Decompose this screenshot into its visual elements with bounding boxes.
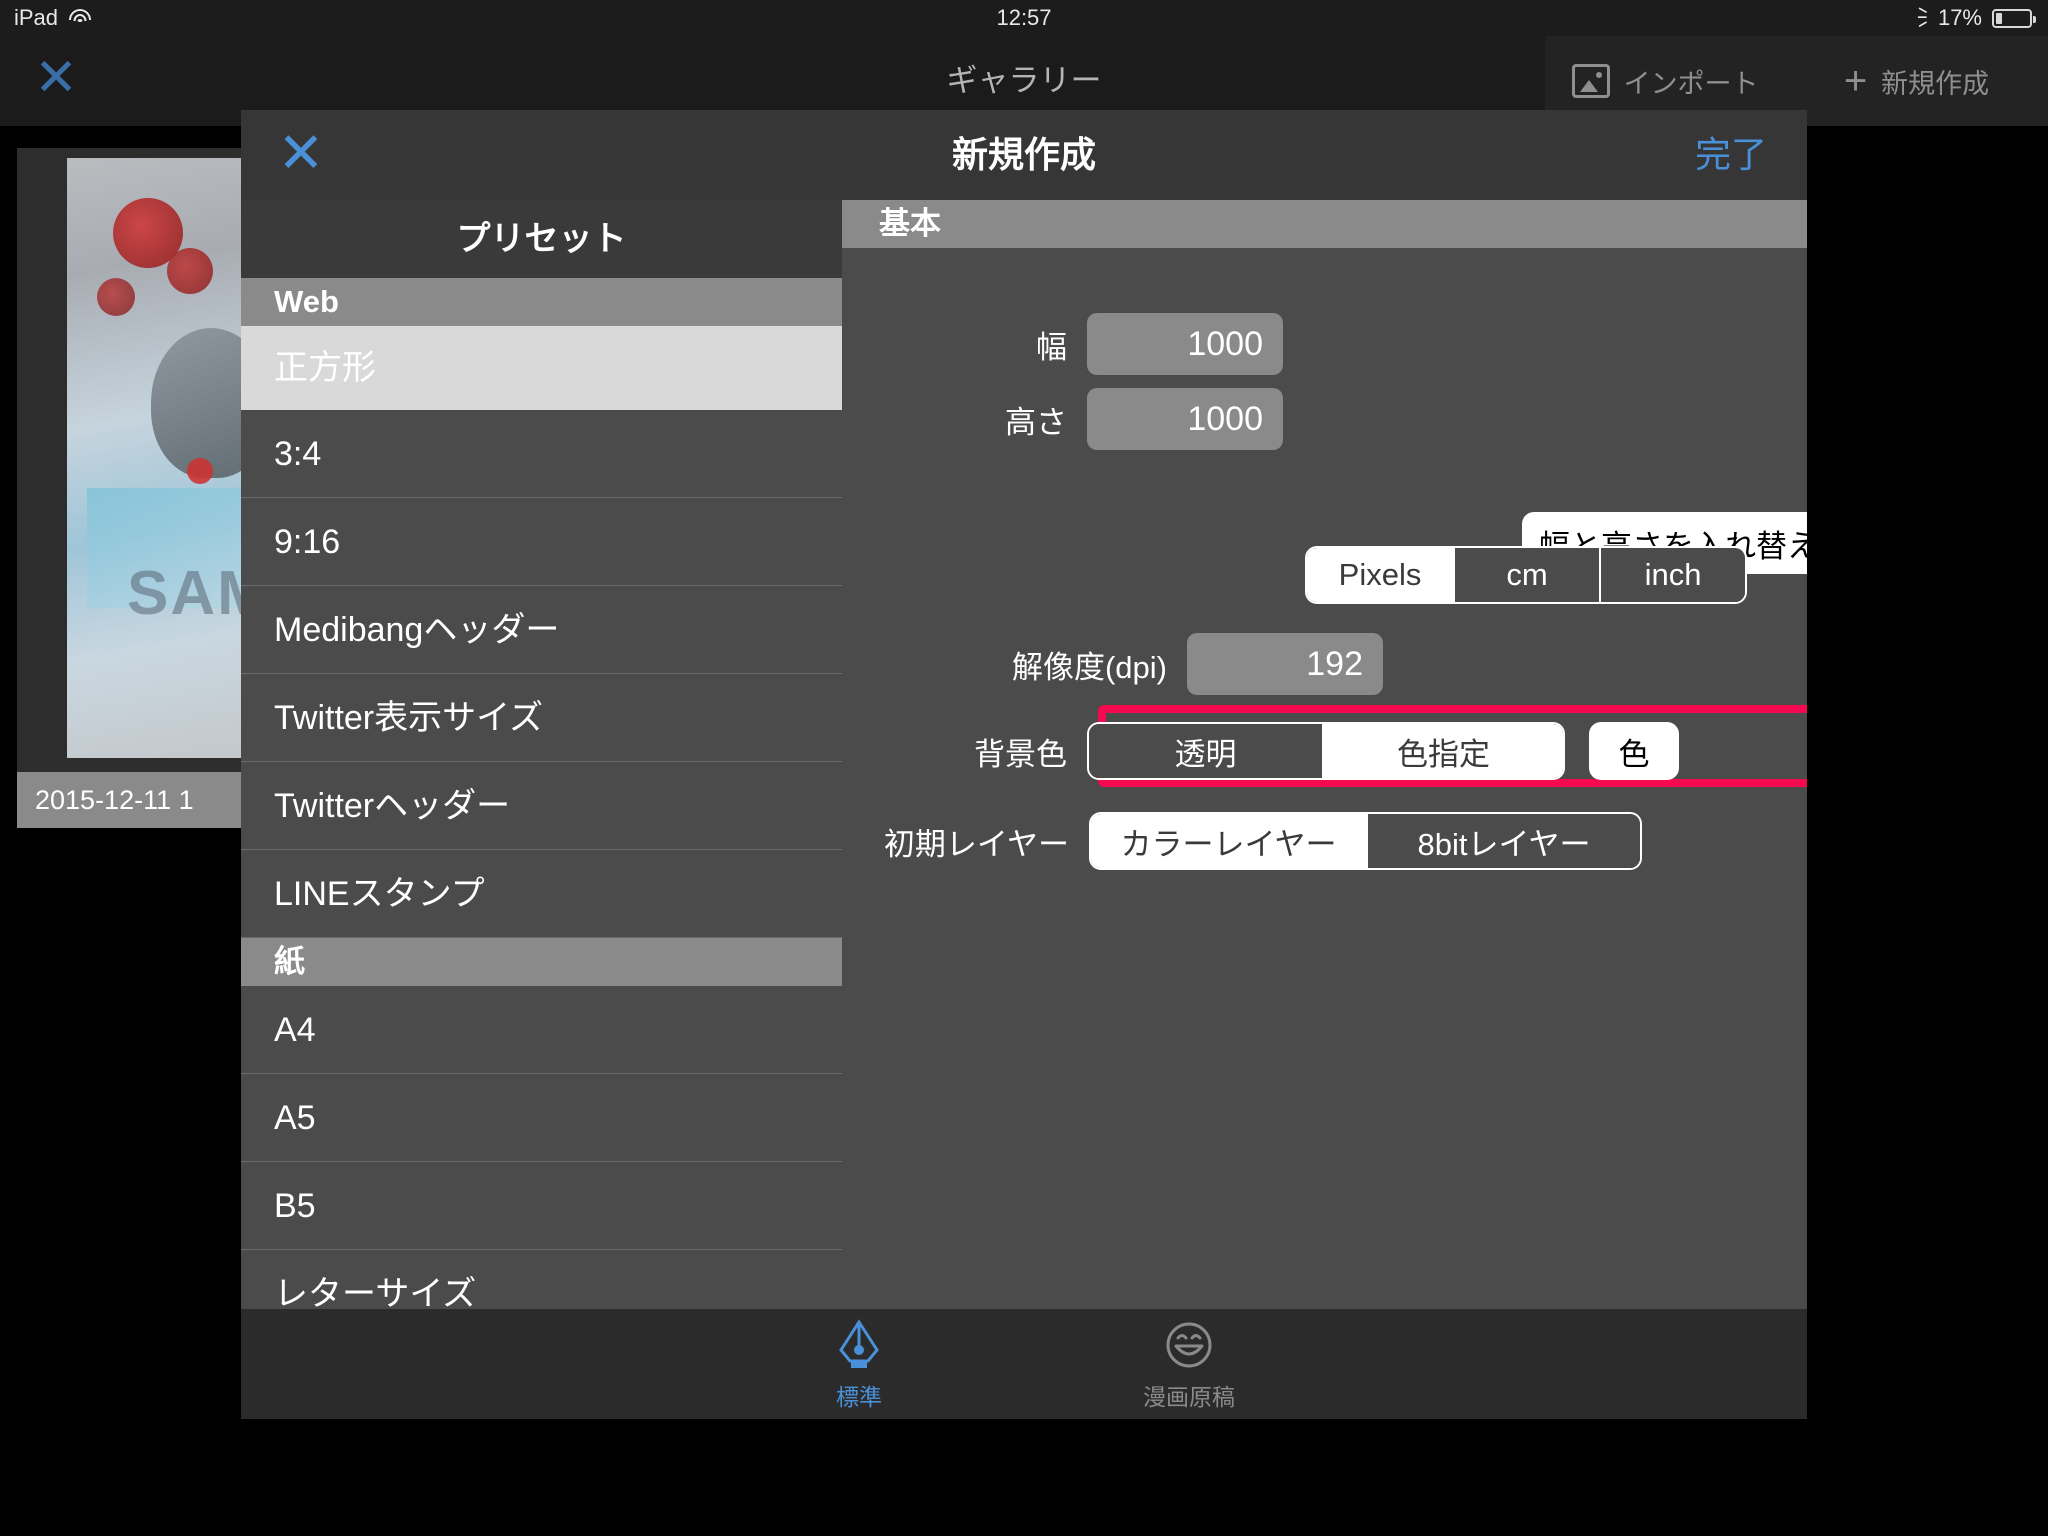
tab-manga-label: 漫画原稿 bbox=[1143, 1383, 1235, 1410]
unit-segmented-control[interactable]: Pixels cm inch bbox=[1305, 546, 1747, 604]
preset-item-label: 9:16 bbox=[274, 523, 341, 561]
height-row: 高さ 1000 bbox=[967, 388, 1283, 450]
preset-list-panel[interactable]: プリセット Web 正方形 3:4 9:16 Medibangヘッダー Twit… bbox=[241, 200, 842, 1309]
preset-item-twitter-header[interactable]: Twitterヘッダー bbox=[241, 762, 842, 850]
preset-group-header-paper: 紙 bbox=[241, 938, 842, 986]
width-label: 幅 bbox=[1036, 329, 1067, 365]
new-canvas-dialog: ✕ 新規作成 完了 プリセット Web 正方形 3:4 9:16 Mediban… bbox=[241, 110, 1807, 1419]
plus-icon: + bbox=[1843, 59, 1868, 103]
status-bar-clock: 12:57 bbox=[996, 5, 1052, 30]
dialog-navigation-bar: ✕ 新規作成 完了 bbox=[241, 110, 1807, 200]
initial-layer-row: 初期レイヤー カラーレイヤー 8bitレイヤー bbox=[879, 812, 1642, 870]
preset-item-label: レターサイズ bbox=[274, 1275, 477, 1309]
battery-percent-label: 17% bbox=[1937, 5, 1982, 30]
dpi-input[interactable]: 192 bbox=[1187, 633, 1383, 695]
tab-standard-label: 標準 bbox=[836, 1383, 882, 1410]
import-button-label: インポート bbox=[1623, 68, 1759, 99]
image-import-icon bbox=[1571, 64, 1610, 98]
preset-panel-header: プリセット bbox=[241, 200, 842, 278]
smiley-face-icon bbox=[1114, 1317, 1264, 1369]
unit-option-pixels[interactable]: Pixels bbox=[1307, 548, 1455, 602]
dialog-title: 新規作成 bbox=[951, 134, 1096, 175]
initial-layer-label: 初期レイヤー bbox=[883, 826, 1069, 862]
preset-item-letter-size[interactable]: レターサイズ bbox=[241, 1250, 842, 1309]
pen-nib-icon bbox=[784, 1317, 934, 1369]
preset-item-label: Twitterヘッダー bbox=[274, 787, 511, 825]
preset-item-label: A5 bbox=[274, 1099, 316, 1137]
preset-item-9-16[interactable]: 9:16 bbox=[241, 498, 842, 586]
background-color-picker-button[interactable]: 色 bbox=[1589, 722, 1679, 780]
preset-item-square[interactable]: 正方形 bbox=[241, 326, 842, 410]
new-document-button[interactable]: + 新規作成 bbox=[1785, 36, 2048, 126]
dialog-tab-bar: 標準 漫画原稿 bbox=[241, 1309, 1807, 1419]
initial-layer-option-color[interactable]: カラーレイヤー bbox=[1091, 814, 1368, 868]
preset-item-label: 3:4 bbox=[274, 435, 322, 473]
background-color-row: 背景色 透明 色指定 色 bbox=[967, 722, 1679, 780]
background-option-specify-color[interactable]: 色指定 bbox=[1324, 724, 1563, 778]
battery-icon bbox=[1992, 8, 2036, 28]
new-document-button-label: 新規作成 bbox=[1881, 68, 1990, 99]
preset-item-a4[interactable]: A4 bbox=[241, 986, 842, 1074]
dpi-label: 解像度(dpi) bbox=[1011, 649, 1167, 685]
height-input[interactable]: 1000 bbox=[1087, 388, 1283, 450]
preset-item-b5[interactable]: B5 bbox=[241, 1162, 842, 1250]
preset-item-label: B5 bbox=[274, 1187, 316, 1225]
dialog-done-button[interactable]: 完了 bbox=[1695, 110, 1767, 200]
preset-item-label: Twitter表示サイズ bbox=[274, 699, 544, 737]
background-mode-segmented-control[interactable]: 透明 色指定 bbox=[1087, 722, 1565, 780]
preset-item-label: A4 bbox=[274, 1011, 316, 1049]
preset-item-twitter-display-size[interactable]: Twitter表示サイズ bbox=[241, 674, 842, 762]
tab-manga-manuscript[interactable]: 漫画原稿 bbox=[1114, 1317, 1264, 1412]
preset-group-header-web: Web bbox=[241, 278, 842, 326]
preset-item-label: Medibangヘッダー bbox=[274, 611, 560, 649]
settings-section-header-basic: 基本 bbox=[842, 200, 1807, 248]
preset-item-medibang-header[interactable]: Medibangヘッダー bbox=[241, 586, 842, 674]
canvas-settings-panel: 基本 幅 1000 幅と高さを入れ替える 高さ 1000 Pixels cm i… bbox=[842, 200, 1807, 1309]
initial-layer-option-8bit[interactable]: 8bitレイヤー bbox=[1368, 814, 1640, 868]
height-label: 高さ bbox=[1005, 404, 1067, 440]
unit-option-cm[interactable]: cm bbox=[1455, 548, 1601, 602]
status-bar-right: 🗦 17% bbox=[1905, 5, 2036, 31]
tab-standard[interactable]: 標準 bbox=[784, 1317, 934, 1412]
preset-item-label: 正方形 bbox=[274, 349, 376, 387]
preset-item-3-4[interactable]: 3:4 bbox=[241, 410, 842, 498]
preset-item-a5[interactable]: A5 bbox=[241, 1074, 842, 1162]
ios-status-bar: iPad 12:57 🗦 17% bbox=[0, 0, 2048, 36]
preset-item-label: LINEスタンプ bbox=[274, 875, 485, 913]
background-color-label: 背景色 bbox=[974, 736, 1067, 772]
preset-item-line-stamp[interactable]: LINEスタンプ bbox=[241, 850, 842, 938]
initial-layer-segmented-control[interactable]: カラーレイヤー 8bitレイヤー bbox=[1089, 812, 1642, 870]
bluetooth-icon: 🗦 bbox=[1905, 5, 1928, 30]
dpi-row: 解像度(dpi) 192 bbox=[842, 633, 1383, 695]
width-input[interactable]: 1000 bbox=[1087, 313, 1283, 375]
unit-option-inch[interactable]: inch bbox=[1601, 548, 1745, 602]
width-row: 幅 1000 bbox=[967, 313, 1283, 375]
background-option-transparent[interactable]: 透明 bbox=[1089, 724, 1324, 778]
